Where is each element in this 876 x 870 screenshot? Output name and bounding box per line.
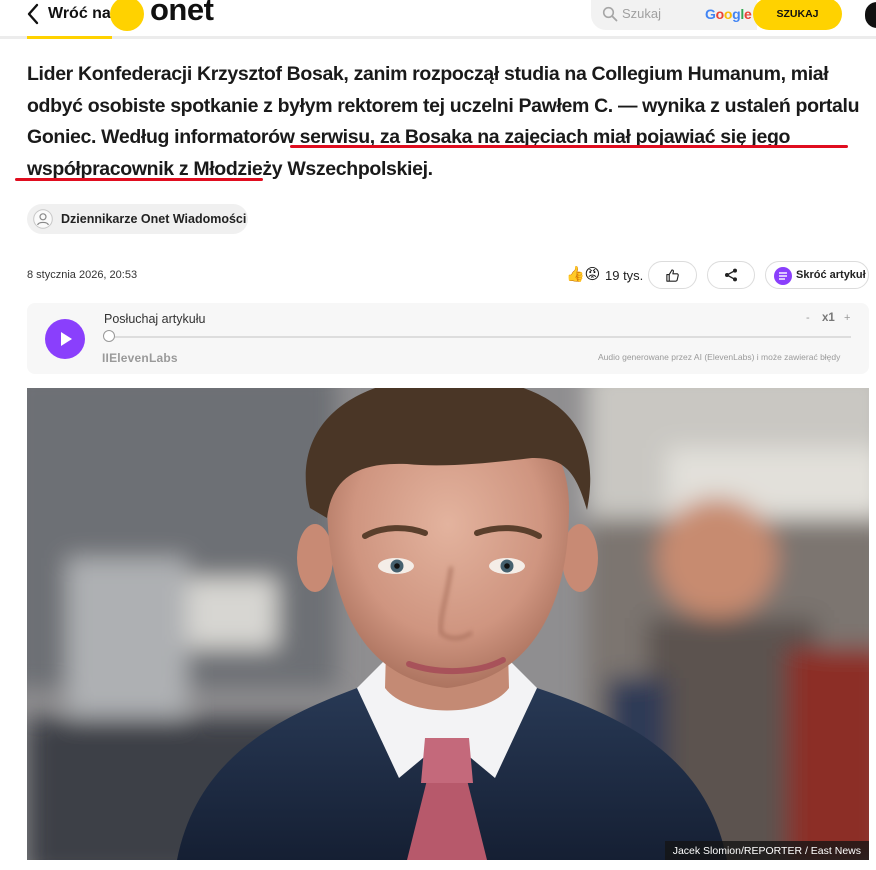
google-letter: G (705, 6, 716, 22)
chevron-left-icon[interactable] (24, 2, 42, 26)
audio-progress-handle[interactable] (103, 330, 115, 342)
author-name[interactable]: Dziennikarze Onet Wiadomości (61, 212, 246, 226)
red-underline-mark (290, 145, 848, 148)
article-photo: Jacek Slomion/REPORTER / East News (27, 388, 869, 860)
article-lead: Lider Konfederacji Krzysztof Bosak, zani… (27, 59, 867, 185)
speed-increase-button[interactable]: + (844, 312, 850, 324)
header-accent-line (27, 36, 112, 39)
user-icon (33, 209, 53, 229)
google-letter: o (715, 6, 725, 22)
summary-list-icon (779, 272, 787, 280)
ai-disclaimer: Audio generowane przez AI (ElevenLabs) i… (598, 352, 841, 362)
onet-logo[interactable]: onet (150, 0, 214, 28)
search-placeholder: Szukaj (622, 6, 662, 21)
search-icon (602, 6, 618, 22)
player-title: Posłuchaj artykułu (104, 312, 206, 326)
google-logo: Google (705, 6, 752, 22)
play-button[interactable] (45, 319, 85, 359)
publish-date: 8 stycznia 2026, 20:53 (27, 269, 138, 281)
reaction-count[interactable]: 19 tys. (605, 268, 643, 283)
share-icon (725, 268, 737, 282)
google-letter: e (743, 6, 752, 22)
red-underline-mark (15, 178, 263, 181)
reaction-emoji-icon: 👍😡 (566, 266, 601, 283)
playback-speed: x1 (822, 312, 835, 324)
play-icon (61, 332, 72, 346)
search-button[interactable]: SZUKAJ (753, 0, 842, 30)
elevenlabs-logo: IIElevenLabs (102, 351, 178, 365)
portrait-illustration (27, 388, 869, 860)
audio-progress-track[interactable] (110, 336, 851, 338)
header-divider (0, 36, 876, 39)
back-link[interactable]: Wróć na (48, 5, 111, 23)
photo-credit: Jacek Slomion/REPORTER / East News (664, 841, 869, 860)
speed-decrease-button[interactable]: - (806, 312, 810, 324)
summarize-label[interactable]: Skróć artykuł (796, 269, 866, 281)
thumbs-up-icon (666, 269, 679, 282)
google-letter: o (723, 6, 733, 22)
